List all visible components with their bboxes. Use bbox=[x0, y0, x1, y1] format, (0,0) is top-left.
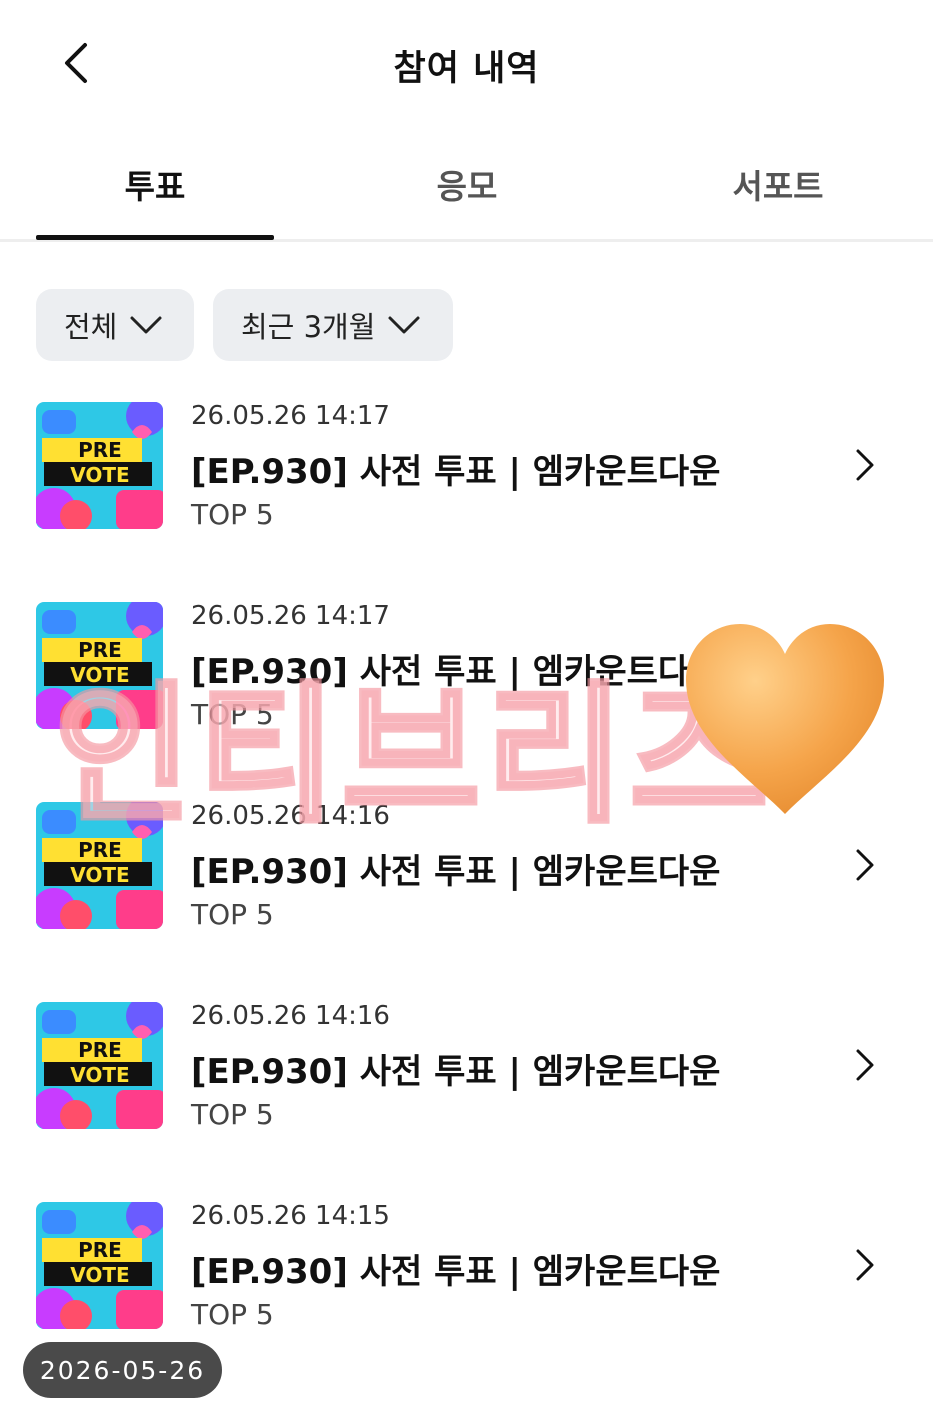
item-date: 26.05.26 14:16 bbox=[191, 801, 390, 831]
thumbnail-line1: PRE bbox=[78, 638, 122, 662]
list-item[interactable]: PRE VOTE 26.05.26 14:17 [EP.930] 사전 투표 |… bbox=[0, 400, 933, 600]
item-title: [EP.930] 사전 투표 | 엠카운트다운 bbox=[191, 1052, 721, 1092]
item-rank: TOP 5 bbox=[191, 698, 274, 731]
participation-history-screen: 참여 내역 투표 응모 서포트 전체 최근 3개월 PRE VOTE 26.05… bbox=[0, 0, 933, 1422]
thumbnail-line2: VOTE bbox=[70, 1263, 129, 1287]
thumbnail-line1: PRE bbox=[78, 838, 122, 862]
thumbnail-line2: VOTE bbox=[70, 863, 129, 887]
chevron-right-icon bbox=[856, 1249, 874, 1281]
item-date: 26.05.26 14:17 bbox=[191, 601, 390, 631]
list-item[interactable]: PRE VOTE 26.05.26 14:16 [EP.930] 사전 투표 |… bbox=[0, 800, 933, 1000]
thumbnail-line1: PRE bbox=[78, 1038, 122, 1062]
filter-bar: 전체 최근 3개월 bbox=[36, 289, 453, 361]
tab-vote[interactable]: 투표 bbox=[36, 160, 274, 208]
list-item[interactable]: PRE VOTE 26.05.26 14:16 [EP.930] 사전 투표 |… bbox=[0, 1000, 933, 1200]
thumbnail-line1: PRE bbox=[78, 438, 122, 462]
filter-category-label: 전체 bbox=[64, 310, 118, 344]
list-item[interactable]: PRE VOTE 26.05.26 14:17 [EP.930] 사전 투표 |… bbox=[0, 600, 933, 800]
item-title: [EP.930] 사전 투표 | 엠카운트다운 bbox=[191, 452, 721, 492]
thumbnail-line2: VOTE bbox=[70, 463, 129, 487]
item-title: [EP.930] 사전 투표 | 엠카운트다운 bbox=[191, 652, 721, 692]
tab-bar: 투표 응모 서포트 bbox=[0, 150, 933, 242]
chevron-right-icon bbox=[856, 849, 874, 881]
filter-period-label: 최근 3개월 bbox=[241, 310, 376, 344]
pre-vote-thumbnail: PRE VOTE bbox=[36, 1202, 163, 1329]
pre-vote-thumbnail: PRE VOTE bbox=[36, 602, 163, 729]
chevron-right-icon bbox=[856, 649, 874, 681]
thumbnail-line2: VOTE bbox=[70, 663, 129, 687]
date-pill: 2026-05-26 bbox=[23, 1342, 222, 1398]
chevron-right-icon bbox=[856, 1049, 874, 1081]
item-title: [EP.930] 사전 투표 | 엠카운트다운 bbox=[191, 852, 721, 892]
item-date: 26.05.26 14:16 bbox=[191, 1001, 390, 1031]
pre-vote-thumbnail: PRE VOTE bbox=[36, 802, 163, 929]
thumbnail-line2: VOTE bbox=[70, 1063, 129, 1087]
pre-vote-thumbnail: PRE VOTE bbox=[36, 402, 163, 529]
item-title: [EP.930] 사전 투표 | 엠카운트다운 bbox=[191, 1252, 721, 1292]
chevron-down-icon bbox=[388, 316, 420, 334]
header: 참여 내역 bbox=[0, 0, 933, 128]
item-rank: TOP 5 bbox=[191, 498, 274, 531]
chevron-down-icon bbox=[130, 316, 162, 334]
item-rank: TOP 5 bbox=[191, 1098, 274, 1131]
thumbnail-line1: PRE bbox=[78, 1238, 122, 1262]
chevron-right-icon bbox=[856, 449, 874, 481]
filter-category-dropdown[interactable]: 전체 bbox=[36, 289, 194, 361]
pre-vote-thumbnail: PRE VOTE bbox=[36, 1002, 163, 1129]
tab-entry[interactable]: 응모 bbox=[348, 160, 586, 208]
item-rank: TOP 5 bbox=[191, 898, 274, 931]
active-tab-indicator bbox=[36, 235, 274, 240]
item-date: 26.05.26 14:15 bbox=[191, 1201, 390, 1231]
page-title: 참여 내역 bbox=[393, 49, 540, 89]
item-rank: TOP 5 bbox=[191, 1298, 274, 1331]
item-date: 26.05.26 14:17 bbox=[191, 401, 390, 431]
filter-period-dropdown[interactable]: 최근 3개월 bbox=[213, 289, 453, 361]
tab-support[interactable]: 서포트 bbox=[659, 160, 897, 208]
